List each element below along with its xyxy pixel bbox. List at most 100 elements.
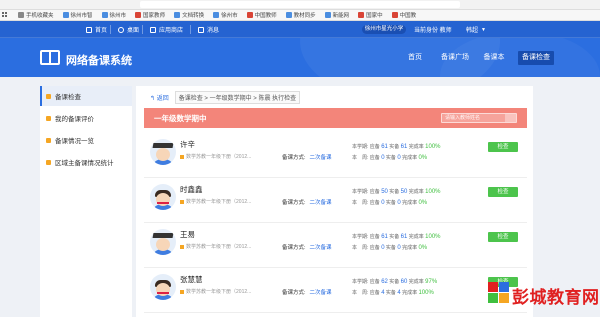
bookmark-item[interactable]: 国家教师 (135, 11, 165, 19)
chevron-down-icon: ▼ (481, 26, 486, 33)
bookmark-item[interactable]: 徐州市智 (62, 11, 93, 19)
bookmark-item[interactable]: 手机收藏夹 (18, 11, 54, 19)
lesson-method-link[interactable]: 二次备课 (310, 200, 332, 206)
sidebar-item-region-stats[interactable]: 区域主备课情况统计 (40, 152, 132, 172)
bookmark-item[interactable]: 国家中 (358, 11, 383, 19)
site-icon (213, 12, 220, 18)
semester-stats: 本学期: 应备 61 实备 61 完成率 100% (352, 234, 441, 240)
sidebar-item-lesson-check[interactable]: 备课检查 (40, 86, 132, 106)
bookmark-icon (18, 12, 24, 18)
teacher-row: 许辛 数学苏教一年级下册（2012... 备课方式: 二次备课 本学期: 应备 61 实… (144, 134, 527, 178)
lesson-method-link[interactable]: 二次备课 (310, 290, 332, 296)
site-icon (135, 12, 142, 18)
user-menu[interactable]: 韩超 ▼ (466, 24, 486, 35)
cube-logo-icon (488, 282, 510, 304)
lesson-method: 备课方式: 二次备课 (282, 200, 332, 206)
lesson-method: 备课方式: 二次备课 (282, 290, 332, 296)
list-icon (46, 137, 51, 143)
bookmark-item[interactable]: 新能网 (324, 11, 349, 19)
avatar-scarf (157, 292, 169, 294)
avatar (150, 229, 176, 255)
site-icon (358, 12, 365, 18)
site-icon (246, 12, 253, 18)
teacher-name: 时鑫鑫 (180, 185, 203, 194)
site-icon (101, 12, 108, 18)
lesson-method-link[interactable]: 二次备课 (310, 155, 332, 161)
url-field[interactable] (140, 1, 460, 8)
semester-stats: 本学期: 应备 50 实备 50 完成率 100% (352, 189, 441, 195)
grid-icon (150, 26, 156, 33)
breadcrumb-item[interactable]: 备课检查 > 一年级数学期中 > 陈晨 执行检查 (174, 90, 301, 104)
mail-icon (198, 26, 204, 33)
topnav-messages[interactable]: 消息 (198, 24, 219, 35)
nav-home[interactable]: 首页 (405, 51, 425, 65)
graduation-cap-icon (152, 143, 174, 148)
site-icon (391, 12, 398, 18)
lesson-method: 备课方式: 二次备课 (282, 245, 332, 251)
semester-stats: 本学期: 应备 61 实备 61 完成率 100% (352, 144, 441, 150)
teacher-name: 许辛 (180, 140, 195, 149)
divider (190, 25, 191, 34)
list-icon (46, 159, 51, 165)
sidebar-item-my-evaluation[interactable]: 我的备课评价 (40, 108, 132, 128)
book-icon (180, 199, 184, 204)
topnav-home[interactable]: 首页 (86, 24, 107, 35)
site-icon (62, 12, 69, 18)
lesson-method: 备课方式: 二次备课 (282, 155, 332, 161)
teacher-search-input[interactable] (442, 114, 504, 122)
top-nav-bar: 首页 桌面 应用商店 消息 徐州市星光小学 当前身份 教师 韩超 ▼ (0, 21, 600, 38)
topnav-desktop[interactable]: 桌面 (118, 24, 139, 35)
app-header: 首页 桌面 应用商店 消息 徐州市星光小学 当前身份 教师 韩超 ▼ 网络备课系统… (0, 21, 600, 77)
textbook-info: 数学苏教一年级下册（2012... (180, 288, 251, 295)
book-logo-icon (40, 50, 60, 65)
teacher-row: 王易数学苏教一年级下册（2012... 备课方式: 二次备课 本学期: 应备 61 实… (144, 224, 527, 268)
avatar-face (156, 238, 170, 251)
sidebar: 备课检查 我的备课评价 备课情况一览 区域主备课情况统计 (40, 86, 132, 317)
current-role: 当前身份 教师 (414, 28, 452, 34)
app-title: 网络备课系统 (66, 55, 132, 67)
textbook-info: 数学苏教一年级下册（2012... (180, 243, 251, 250)
home-icon (86, 26, 92, 33)
bookmark-item[interactable]: 教材同步 (285, 11, 316, 19)
school-badge[interactable]: 徐州市星光小学 (362, 25, 406, 34)
teacher-name: 张慧慧 (180, 275, 203, 284)
site-icon (174, 12, 181, 18)
avatar-face (156, 283, 170, 296)
nav-lesson-book[interactable]: 备课本 (481, 51, 507, 65)
teacher-name: 王易 (180, 230, 195, 239)
site-icon (285, 12, 292, 18)
nav-lesson-square[interactable]: 备课广场 (440, 51, 470, 65)
back-link[interactable]: ↰ 返回 (150, 93, 169, 102)
list-icon (46, 93, 51, 99)
list-icon (46, 115, 51, 121)
bookmark-item[interactable]: 徐州市 (101, 11, 126, 19)
avatar-scarf (157, 202, 169, 204)
teacher-row: 张慧慧 数学苏教一年级下册（2012... 备课方式: 二次备课 本学期: 应备 62 … (144, 269, 527, 313)
topnav-app-store[interactable]: 应用商店 (150, 24, 183, 35)
book-icon (180, 289, 184, 294)
bookmark-item[interactable]: 中国教师 (246, 11, 277, 19)
bookmark-item[interactable]: 中国教 (391, 11, 416, 19)
check-button[interactable]: 检查 (488, 232, 518, 242)
check-button[interactable]: 检查 (488, 142, 518, 152)
bookmark-item[interactable]: 文档转换 (174, 11, 204, 19)
search-icon[interactable] (505, 114, 516, 122)
lesson-method-link[interactable]: 二次备课 (310, 245, 332, 251)
check-button[interactable]: 检查 (488, 187, 518, 197)
book-icon (180, 154, 184, 159)
bookmark-item[interactable] (2, 11, 9, 19)
week-stats: 本 周: 应备 4 实备 4 完成率 100% (352, 290, 434, 296)
avatar-face (156, 193, 170, 206)
back-arrow-icon: ↰ (150, 95, 156, 102)
avatar (150, 184, 176, 210)
nav-lesson-check[interactable]: 备课检查 (518, 51, 554, 65)
bookmark-item[interactable]: 徐州市 (213, 11, 238, 19)
course-banner: 一年级数学期中 (144, 108, 527, 128)
watermark-logo: 彭城教育网 (484, 276, 600, 317)
avatar-face (156, 148, 170, 161)
browser-address-bar (0, 0, 600, 10)
desktop-icon (118, 26, 124, 33)
book-icon (180, 244, 184, 249)
teacher-search (441, 113, 517, 123)
sidebar-item-overview[interactable]: 备课情况一览 (40, 130, 132, 150)
